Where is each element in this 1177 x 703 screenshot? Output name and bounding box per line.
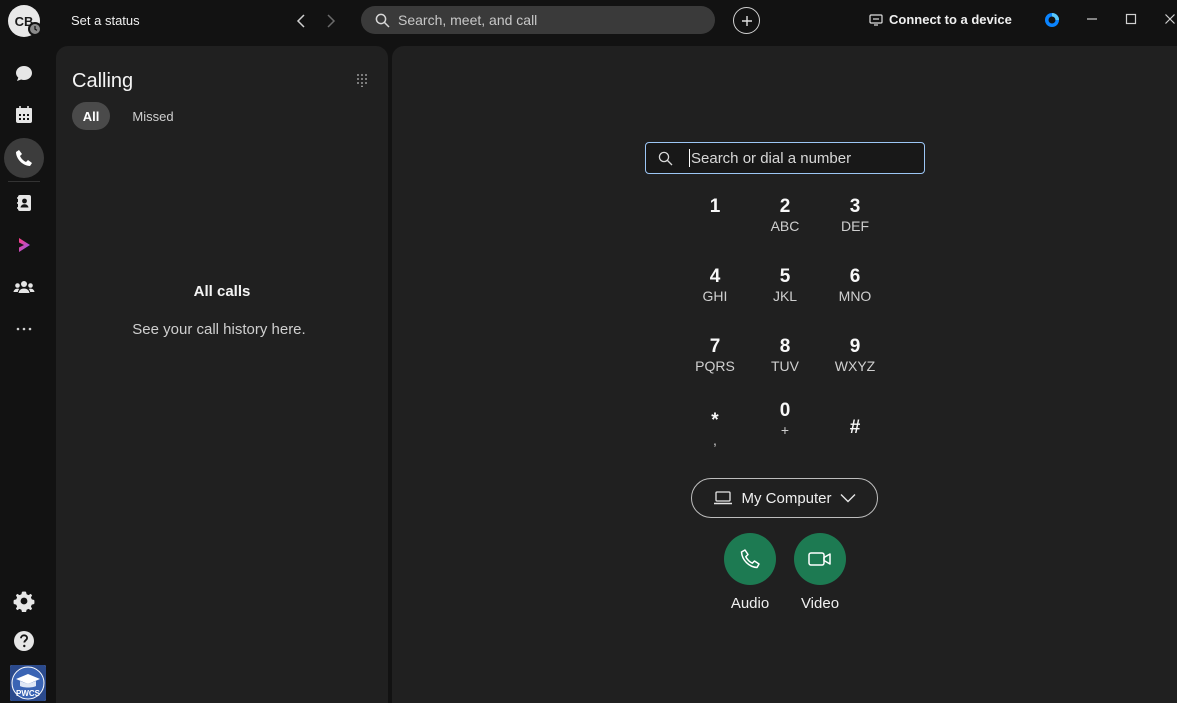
device-selector-button[interactable]: My Computer: [691, 478, 878, 518]
dial-key-digit: 4: [709, 266, 721, 287]
new-action-plus-button[interactable]: [733, 7, 760, 34]
dial-key[interactable]: 2 ABC: [755, 197, 815, 247]
left-nav-rail: [0, 42, 48, 703]
phone-icon: [740, 549, 760, 569]
device-selector-label: My Computer: [741, 489, 832, 507]
dial-key-letters: TUV: [771, 358, 799, 374]
forward-arrow-icon[interactable]: [321, 10, 341, 32]
dial-key-letters: WXYZ: [834, 358, 876, 374]
global-search-input[interactable]: Search, meet, and call: [361, 6, 715, 34]
help-icon[interactable]: [4, 621, 44, 661]
minimize-icon[interactable]: [1085, 12, 1099, 26]
dial-key[interactable]: 7 PQRS: [685, 337, 745, 387]
more-icon[interactable]: [4, 309, 44, 349]
dial-key[interactable]: *,: [685, 407, 745, 457]
set-status-link[interactable]: Set a status: [71, 13, 140, 28]
settings-icon[interactable]: [4, 581, 44, 621]
close-icon[interactable]: [1163, 12, 1177, 26]
dial-key-letters: GHI: [702, 288, 728, 304]
audio-call-button[interactable]: [724, 533, 776, 585]
top-bar: CB Set a status Search, meet, and call C…: [0, 0, 1177, 42]
dial-key-digit: 9: [849, 336, 861, 357]
dial-key-digit: 6: [849, 266, 861, 287]
global-search-placeholder: Search, meet, and call: [398, 12, 538, 28]
calling-icon[interactable]: [4, 138, 44, 178]
dial-key[interactable]: 0 +: [755, 401, 815, 457]
contacts-icon[interactable]: [4, 183, 44, 223]
calling-panel: Calling All Missed All calls See your ca…: [56, 46, 388, 703]
teams-icon[interactable]: [4, 267, 44, 307]
laptop-icon: [714, 491, 733, 505]
dial-search-field[interactable]: [645, 142, 925, 174]
cast-device-icon: [869, 13, 883, 26]
dial-key-digit: 1: [709, 196, 721, 217]
chevron-down-icon: [840, 494, 856, 503]
dial-key-digit: 0: [779, 400, 791, 421]
dial-key-letters: JKL: [772, 288, 798, 304]
dial-key[interactable]: 5 JKL: [755, 267, 815, 317]
dial-key[interactable]: 9 WXYZ: [825, 337, 885, 387]
dial-key[interactable]: 4 GHI: [685, 267, 745, 317]
dial-key[interactable]: 8 TUV: [755, 337, 815, 387]
dial-key-digit: 3: [849, 196, 861, 217]
dial-key-digit: #: [849, 417, 861, 438]
dial-key-letters: DEF: [841, 218, 869, 234]
tab-all[interactable]: All: [72, 102, 110, 130]
dial-key-letters: MNO: [838, 288, 872, 304]
vidcast-icon[interactable]: [4, 225, 44, 265]
dial-key-digit: 2: [779, 196, 791, 217]
plus-icon: [741, 15, 752, 26]
maximize-icon[interactable]: [1124, 12, 1138, 26]
dial-key[interactable]: 6 MNO: [825, 267, 885, 317]
org-logo: PWCS: [10, 665, 46, 701]
video-camera-icon: [808, 552, 831, 566]
text-caret: [689, 149, 690, 167]
dial-key-digit: *: [711, 410, 719, 431]
dial-key-letters: +: [780, 422, 790, 438]
dial-key-digit: 5: [779, 266, 791, 287]
status-clock-icon: [28, 22, 42, 36]
dial-key-letters: ,: [713, 432, 717, 448]
search-icon: [375, 13, 390, 28]
calendar-icon[interactable]: [4, 95, 44, 135]
webex-logo-icon: [1044, 12, 1060, 28]
dial-key-digit: 7: [709, 336, 721, 357]
dial-number-input[interactable]: [691, 149, 911, 167]
tab-missed[interactable]: Missed: [122, 102, 184, 130]
empty-state-subtitle: See your call history here.: [132, 321, 306, 338]
connect-device-button[interactable]: Connect to a device: [869, 12, 1012, 27]
rail-divider: [8, 181, 40, 182]
dial-key[interactable]: 1: [685, 197, 745, 247]
connect-device-label: Connect to a device: [889, 12, 1012, 27]
dial-key-letters: ABC: [770, 218, 800, 234]
messaging-icon[interactable]: [4, 54, 44, 94]
dial-key[interactable]: #: [825, 403, 885, 453]
webex-app: CB Set a status Search, meet, and call C…: [0, 0, 1177, 703]
video-call-button[interactable]: [794, 533, 846, 585]
search-icon: [658, 151, 673, 165]
video-call-label: Video: [800, 595, 840, 612]
audio-call-label: Audio: [730, 595, 770, 612]
dialpad-area: 12ABC3DEF4GHI5JKL6MNO7PQRS8TUV9WXYZ*,0+#…: [392, 46, 1177, 703]
dial-key-letters: PQRS: [695, 358, 735, 374]
back-arrow-icon[interactable]: [291, 10, 311, 32]
dial-key-digit: 8: [779, 336, 791, 357]
dialpad-toggle-icon[interactable]: [356, 73, 368, 92]
empty-state-title: All calls: [193, 283, 251, 300]
panel-title: Calling: [72, 70, 134, 92]
dial-key[interactable]: 3 DEF: [825, 197, 885, 247]
org-logo-text: PWCS: [16, 689, 41, 698]
